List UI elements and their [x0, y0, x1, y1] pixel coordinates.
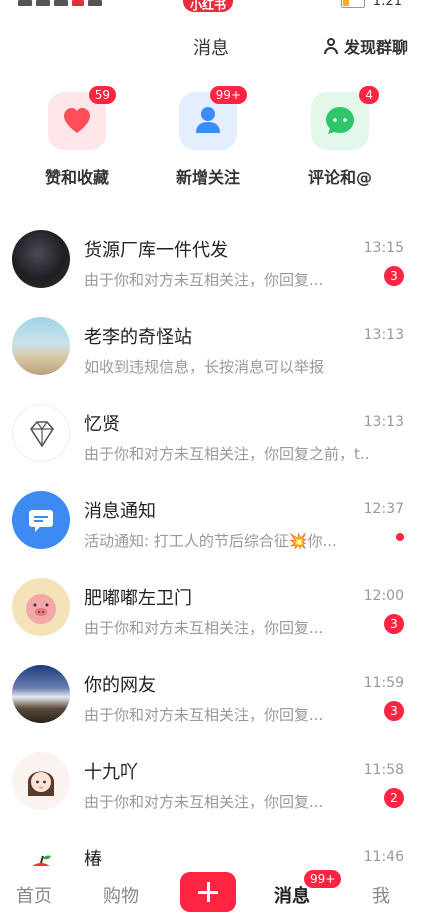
conversation-time: 13:15	[363, 240, 404, 256]
comments-badge: 4	[359, 86, 379, 104]
avatar	[12, 491, 70, 549]
messages-page: 小红书 1:21 消息 发现群聊 59 赞和收藏 99+ 新增关注 4 评论和@…	[0, 0, 422, 918]
conversation-time: 12:00	[363, 588, 404, 604]
conversation-preview: 如收到违规信息，长按消息可以举报	[84, 358, 325, 376]
category-row: 59 赞和收藏 99+ 新增关注 4 评论和@	[0, 86, 422, 196]
signal-icon	[18, 0, 32, 6]
comments-mentions-entry[interactable]: 4 评论和@	[270, 86, 410, 188]
conversation-time: 11:59	[363, 675, 404, 691]
conversation-time: 11:58	[363, 762, 404, 778]
clock: 1:21	[372, 0, 402, 9]
tab-me[interactable]: 我	[372, 882, 390, 908]
conversation-name: 消息通知	[84, 501, 156, 522]
message-list: 货源厂库一件代发 13:15 由于你和对方未互相关注，你回复... 3 老李的奇…	[0, 218, 422, 914]
tab-home[interactable]: 首页	[16, 882, 52, 908]
conversation-preview: 由于你和对方未互相关注，你回复...	[84, 271, 324, 289]
status-bar: 小红书 1:21	[0, 0, 422, 14]
likes-tile: 59	[48, 86, 116, 150]
conversation-time: 13:13	[363, 414, 404, 430]
comments-label: 评论和@	[307, 168, 372, 187]
list-item[interactable]: 消息通知 12:37 活动通知: 打工人的节后综合征💥你...	[0, 479, 422, 566]
followers-tile: 99+	[179, 86, 247, 150]
conversation-time: 11:46	[363, 849, 404, 865]
conversation-name: 肥嘟嘟左卫门	[84, 588, 192, 609]
conversation-preview: 活动通知: 打工人的节后综合征💥你...	[84, 532, 337, 550]
pig-icon	[26, 594, 56, 624]
wechat-icon	[88, 0, 102, 6]
list-item[interactable]: 你的网友 11:59 由于你和对方未互相关注，你回复... 3	[0, 653, 422, 740]
discover-groups-button[interactable]: 发现群聊	[323, 34, 408, 58]
avatar	[12, 578, 70, 636]
avatar	[12, 752, 70, 810]
girl-avatar-icon	[28, 771, 54, 796]
signal-icon	[36, 0, 50, 6]
followers-badge: 99+	[209, 86, 247, 104]
unread-badge: 3	[384, 701, 404, 721]
conversation-time: 13:13	[363, 327, 404, 343]
unread-badge: 3	[384, 614, 404, 634]
unread-badge: 2	[384, 788, 404, 808]
discover-groups-label: 发现群聊	[343, 38, 408, 57]
battery-icon	[340, 0, 365, 8]
person-icon	[323, 38, 338, 54]
conversation-preview: 由于你和对方未互相关注，你回复...	[84, 793, 324, 811]
bottom-tab-bar: 首页 购物 消息 99+ 我	[0, 866, 422, 918]
status-icons	[18, 0, 102, 6]
create-post-button[interactable]	[180, 872, 236, 912]
followers-label: 新增关注	[175, 168, 240, 187]
app-pill: 小红书	[183, 0, 233, 12]
unread-dot	[396, 533, 404, 541]
tab-messages[interactable]: 消息	[274, 882, 310, 908]
message-icon	[29, 510, 53, 532]
new-followers-entry[interactable]: 99+ 新增关注	[138, 86, 278, 188]
list-item[interactable]: 十九吖 11:58 由于你和对方未互相关注，你回复... 2	[0, 740, 422, 827]
likes-badge: 59	[88, 86, 116, 104]
conversation-name: 你的网友	[84, 675, 156, 696]
comments-tile: 4	[311, 86, 379, 150]
messages-tab-badge: 99+	[304, 870, 342, 888]
notification-icon	[72, 0, 84, 6]
list-item[interactable]: 老李的奇怪站 13:13 如收到违规信息，长按消息可以举报	[0, 305, 422, 392]
list-item[interactable]: 忆贤 13:13 由于你和对方未互相关注，你回复之前，t...	[0, 392, 422, 479]
conversation-name: 货源厂库一件代发	[84, 240, 228, 261]
likes-label: 赞和收藏	[44, 168, 109, 187]
sim-icon	[54, 0, 68, 6]
tab-shop[interactable]: 购物	[103, 882, 139, 908]
diamond-icon	[30, 421, 54, 448]
conversation-name: 忆贤	[84, 414, 120, 435]
list-item[interactable]: 货源厂库一件代发 13:15 由于你和对方未互相关注，你回复... 3	[0, 218, 422, 305]
list-item[interactable]: 肥嘟嘟左卫门 12:00 由于你和对方未互相关注，你回复... 3	[0, 566, 422, 653]
conversation-preview: 由于你和对方未互相关注，你回复...	[84, 619, 324, 637]
conversation-preview: 由于你和对方未互相关注，你回复之前，t...	[84, 445, 369, 463]
avatar	[12, 230, 70, 288]
status-right: 1:21	[340, 0, 402, 9]
conversation-time: 12:37	[363, 501, 404, 517]
avatar	[12, 404, 70, 462]
header: 消息 发现群聊	[0, 28, 422, 64]
conversation-name: 老李的奇怪站	[84, 327, 192, 348]
avatar	[12, 317, 70, 375]
likes-collections-entry[interactable]: 59 赞和收藏	[7, 86, 147, 188]
avatar	[12, 665, 70, 723]
unread-badge: 3	[384, 266, 404, 286]
conversation-name: 十九吖	[84, 762, 138, 783]
conversation-preview: 由于你和对方未互相关注，你回复...	[84, 706, 324, 724]
